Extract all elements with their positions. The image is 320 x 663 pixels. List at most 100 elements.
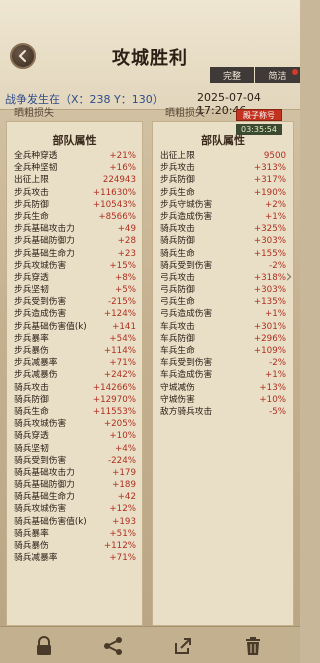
stat-row: 步兵防御 +10543% bbox=[7, 199, 142, 211]
stat-row: 出征上限 9500 bbox=[153, 150, 293, 162]
stat-name: 步兵攻击 bbox=[160, 163, 195, 174]
stat-name: 步兵守城伤害 bbox=[160, 199, 213, 210]
stat-value: +1% bbox=[264, 370, 286, 381]
stat-name: 步兵坚韧 bbox=[14, 285, 49, 296]
stat-row: 骑兵攻城伤害 +12% bbox=[7, 503, 142, 515]
stat-name: 骑兵基础攻击力 bbox=[14, 467, 75, 478]
stat-value: +5% bbox=[114, 285, 136, 296]
defender-stats-list: 出征上限 9500 步兵攻击 +313% 步兵防御 +317% 步兵生命 +190% 步兵守城伤… bbox=[153, 150, 293, 418]
title-badge[interactable]: 殿子称号 bbox=[236, 109, 282, 121]
stat-value: +141 bbox=[112, 321, 136, 332]
notification-dot bbox=[292, 69, 298, 75]
stat-name: 步兵基础攻击力 bbox=[14, 224, 75, 235]
stat-value: +49 bbox=[117, 224, 136, 235]
stat-row: 骑兵生命 +155% bbox=[153, 248, 293, 260]
stat-row: 骑兵受到伤害 -224% bbox=[7, 455, 142, 467]
stat-name: 弓兵攻击 bbox=[160, 272, 195, 283]
stat-name: 车兵生命 bbox=[160, 346, 195, 356]
stat-name: 弓兵生命 bbox=[160, 297, 195, 308]
stat-value: +112% bbox=[103, 541, 136, 551]
attacker-attributes-panel: 部队属性 全兵种穿透 +21% 全兵种坚韧 +16% 出征上限 224943 步兵攻击 +11… bbox=[6, 121, 143, 626]
stat-value: +1% bbox=[264, 211, 286, 222]
stat-name: 步兵防御 bbox=[160, 175, 195, 186]
stat-value: +54% bbox=[109, 333, 136, 344]
stat-name: 骑兵暴率 bbox=[14, 528, 49, 539]
tab-complete[interactable]: 完整 bbox=[210, 67, 254, 83]
stat-row: 步兵减暴伤 +242% bbox=[7, 369, 142, 381]
stat-value: 224943 bbox=[102, 175, 136, 186]
stat-value: +135% bbox=[253, 297, 286, 308]
chevron-right-icon[interactable]: › bbox=[282, 258, 296, 294]
stat-name: 步兵减暴伤 bbox=[14, 370, 58, 381]
stat-row: 骑兵防御 +12970% bbox=[7, 394, 142, 406]
stat-row: 车兵造成伤害 +1% bbox=[153, 369, 293, 381]
stat-value: +325% bbox=[253, 224, 286, 235]
stat-value: +12% bbox=[109, 504, 136, 515]
stat-name: 骑兵攻城伤害 bbox=[14, 504, 67, 515]
stat-name: 步兵穿透 bbox=[14, 272, 49, 283]
stat-row: 步兵攻城伤害 +15% bbox=[7, 260, 142, 272]
stat-name: 车兵造成伤害 bbox=[160, 370, 213, 381]
export-button[interactable] bbox=[172, 635, 194, 657]
stat-name: 步兵基础防御力 bbox=[14, 236, 75, 247]
share-button[interactable] bbox=[102, 635, 124, 657]
trash-icon bbox=[246, 637, 260, 655]
stat-row: 步兵基础防御力 +28 bbox=[7, 235, 142, 247]
stat-row: 车兵受到伤害 -2% bbox=[153, 357, 293, 369]
stat-value: -215% bbox=[108, 297, 136, 308]
stat-row: 骑兵穿透 +10% bbox=[7, 430, 142, 442]
stat-value: +11553% bbox=[92, 406, 136, 417]
stat-row: 车兵防御 +296% bbox=[153, 333, 293, 345]
stat-value: +189 bbox=[112, 480, 136, 491]
stat-name: 骑兵基础防御力 bbox=[14, 480, 75, 491]
stat-value: +28 bbox=[117, 236, 136, 247]
stat-name: 骑兵防御 bbox=[160, 236, 195, 247]
stat-row: 步兵生命 +8566% bbox=[7, 211, 142, 223]
stat-value: +42 bbox=[117, 492, 136, 503]
stat-name: 骑兵基础生命力 bbox=[14, 492, 75, 503]
stat-name: 步兵基础伤害值(k) bbox=[14, 321, 87, 332]
badge-timer: 03:35:54 bbox=[236, 124, 282, 135]
stat-value: +1% bbox=[264, 309, 286, 320]
stat-name: 步兵生命 bbox=[160, 187, 195, 198]
stat-value: +11630% bbox=[92, 187, 136, 198]
stat-value: +16% bbox=[109, 163, 136, 174]
stat-value: +109% bbox=[253, 346, 286, 356]
stat-value: +13% bbox=[259, 382, 286, 393]
stat-row: 出征上限 224943 bbox=[7, 174, 142, 186]
stat-value: +14266% bbox=[92, 382, 136, 393]
stat-value: +12970% bbox=[92, 394, 136, 405]
stat-name: 全兵种穿透 bbox=[14, 151, 58, 161]
lock-button[interactable] bbox=[33, 635, 55, 657]
stat-row: 骑兵坚韧 +4% bbox=[7, 443, 142, 455]
stat-value: +71% bbox=[109, 553, 136, 564]
stat-row: 步兵穿透 +8% bbox=[7, 272, 142, 284]
stat-row: 步兵攻击 +11630% bbox=[7, 187, 142, 199]
stat-name: 步兵暴率 bbox=[14, 333, 49, 344]
delete-button[interactable] bbox=[242, 635, 264, 657]
stat-row: 骑兵生命 +11553% bbox=[7, 406, 142, 418]
stat-row: 步兵基础攻击力 +49 bbox=[7, 223, 142, 235]
stat-value: +4% bbox=[114, 443, 136, 454]
stat-name: 步兵攻城伤害 bbox=[14, 260, 67, 271]
stat-name: 骑兵受到伤害 bbox=[14, 455, 67, 466]
stat-row: 骑兵防御 +303% bbox=[153, 235, 293, 247]
stat-row: 骑兵暴伤 +112% bbox=[7, 540, 142, 552]
stat-row: 骑兵基础生命力 +42 bbox=[7, 491, 142, 503]
stat-value: +193 bbox=[112, 516, 136, 527]
stat-row: 全兵种坚韧 +16% bbox=[7, 162, 142, 174]
stat-value: +71% bbox=[109, 358, 136, 369]
stat-value: +190% bbox=[253, 187, 286, 198]
stat-name: 骑兵坚韧 bbox=[14, 443, 49, 454]
stat-row: 步兵造成伤害 +124% bbox=[7, 308, 142, 320]
stat-name: 骑兵基础伤害值(k) bbox=[14, 516, 87, 527]
stat-name: 全兵种坚韧 bbox=[14, 163, 58, 174]
loss-label-left: 晒粗损失 bbox=[14, 108, 54, 119]
stat-value: +51% bbox=[109, 528, 136, 539]
stat-name: 骑兵受到伤害 bbox=[160, 260, 213, 271]
stat-row: 步兵暴率 +54% bbox=[7, 333, 142, 345]
stat-row: 步兵暴伤 +114% bbox=[7, 345, 142, 357]
stat-row: 守城伤害 +10% bbox=[153, 394, 293, 406]
stat-name: 步兵减暴率 bbox=[14, 358, 58, 369]
bottom-toolbar bbox=[0, 626, 300, 663]
